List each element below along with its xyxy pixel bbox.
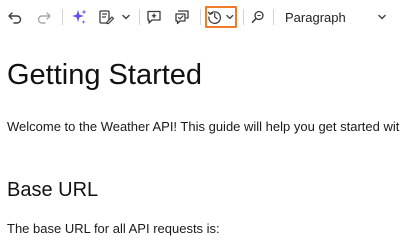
toolbar-separator	[273, 9, 274, 25]
add-comment-icon	[147, 10, 161, 24]
toolbar-separator	[200, 9, 201, 25]
section-paragraph: The base URL for all API requests is:	[7, 221, 220, 236]
comments-icon	[175, 10, 189, 25]
edit-document-icon	[99, 10, 114, 25]
toolbar-separator	[62, 9, 63, 25]
history-icon	[207, 11, 222, 25]
history-button[interactable]	[207, 8, 235, 26]
find-replace-icon	[251, 10, 264, 23]
undo-icon	[8, 12, 22, 24]
undo-button[interactable]	[6, 8, 24, 26]
document-title: Getting Started	[7, 59, 203, 91]
find-replace-button[interactable]	[249, 8, 267, 26]
add-comment-button[interactable]	[145, 8, 163, 26]
chevron-down-icon	[226, 14, 234, 20]
toolbar-separator	[243, 9, 244, 25]
section-heading: Base URL	[7, 179, 99, 201]
toolbar-separator	[139, 9, 140, 25]
redo-button[interactable]	[35, 8, 53, 26]
ai-assistant-button[interactable]	[69, 7, 89, 27]
redo-icon	[37, 12, 51, 24]
intro-paragraph: Welcome to the Weather API! This guide w…	[7, 119, 400, 134]
comments-button[interactable]	[173, 8, 191, 26]
ai-sparkle-icon	[72, 9, 87, 24]
chevron-down-icon	[122, 14, 130, 20]
edit-document-button[interactable]	[98, 8, 134, 26]
editor-toolbar: Paragraph	[0, 0, 400, 35]
chevron-down-icon	[378, 14, 386, 20]
block-format-select[interactable]: Paragraph	[277, 5, 395, 29]
block-format-value: Paragraph	[285, 9, 346, 25]
